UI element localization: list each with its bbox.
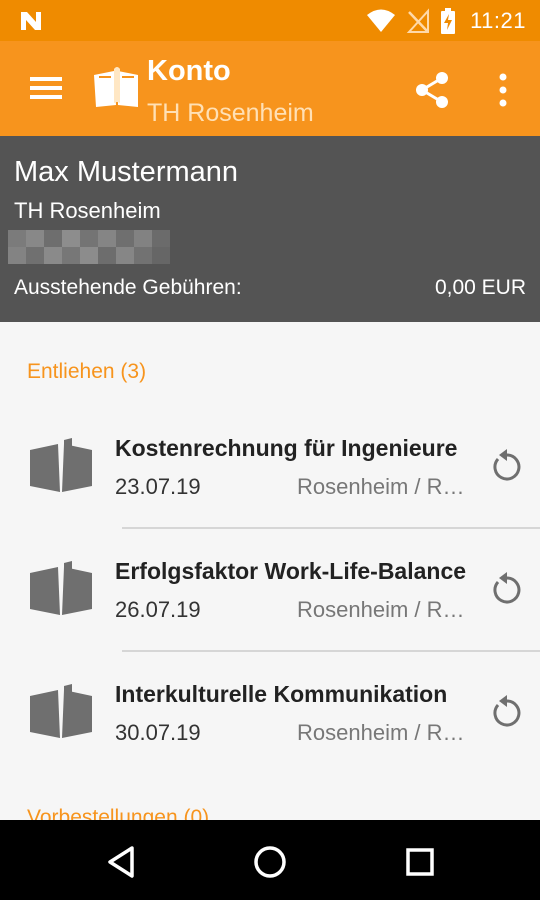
- loan-item[interactable]: Erfolgsfaktor Work-Life-Balance 26.07.19…: [0, 529, 540, 651]
- notification-n-icon: [21, 12, 41, 30]
- app-bar: Konto TH Rosenheim: [0, 41, 540, 136]
- loan-location: Rosenheim / Rosenheim: [297, 474, 473, 499]
- account-content[interactable]: Entliehen (3) Kostenrechnung für Ingenie…: [0, 322, 540, 820]
- account-library: TH Rosenheim: [14, 198, 161, 223]
- loans-section-title: Entliehen (3): [27, 360, 147, 383]
- book-icon: [30, 561, 92, 615]
- system-nav-bar: [0, 820, 540, 900]
- loan-item[interactable]: Kostenrechnung für Ingenieure 23.07.19 R…: [0, 406, 540, 528]
- loan-title: Interkulturelle Kommunikation: [115, 681, 448, 707]
- renew-icon[interactable]: [488, 694, 526, 732]
- no-signal-icon: [406, 8, 430, 33]
- reservations-section-title: Vorbestellungen (0): [27, 806, 210, 820]
- status-time: 11:21: [470, 8, 526, 33]
- fees-value: 0,00 EUR: [434, 276, 526, 299]
- recents-icon[interactable]: [404, 846, 436, 878]
- loan-location: Rosenheim / Rosenheim: [297, 720, 473, 745]
- wifi-icon: [367, 9, 396, 32]
- loan-title: Erfolgsfaktor Work-Life-Balance: [115, 558, 467, 584]
- share-icon[interactable]: [412, 71, 452, 109]
- loan-due-date: 26.07.19: [115, 597, 201, 622]
- loan-title: Kostenrechnung für Ingenieure: [115, 435, 458, 461]
- menu-icon[interactable]: [22, 71, 62, 105]
- account-header: Max Mustermann TH Rosenheim Ausstehende …: [0, 136, 540, 322]
- status-bar: 11:21: [0, 0, 540, 41]
- app-subtitle: TH Rosenheim: [147, 99, 314, 127]
- book-icon: [30, 684, 92, 738]
- home-icon[interactable]: [252, 844, 288, 880]
- renew-icon[interactable]: [488, 571, 526, 609]
- back-icon[interactable]: [104, 844, 138, 880]
- app-title: Konto: [147, 55, 231, 87]
- battery-charging-icon: [441, 8, 456, 34]
- more-vert-icon[interactable]: [490, 71, 516, 109]
- book-logo-icon: [94, 67, 138, 107]
- loan-location: Rosenheim / Rosenheim: [297, 597, 473, 622]
- loan-item[interactable]: Interkulturelle Kommunikation 30.07.19 R…: [0, 652, 540, 774]
- account-name: Max Mustermann: [14, 156, 239, 188]
- fees-label: Ausstehende Gebühren:: [14, 276, 242, 299]
- loan-due-date: 30.07.19: [115, 720, 201, 745]
- card-number-pixelated: [8, 230, 170, 264]
- renew-icon[interactable]: [488, 448, 526, 486]
- book-icon: [30, 438, 92, 492]
- loan-due-date: 23.07.19: [115, 474, 201, 499]
